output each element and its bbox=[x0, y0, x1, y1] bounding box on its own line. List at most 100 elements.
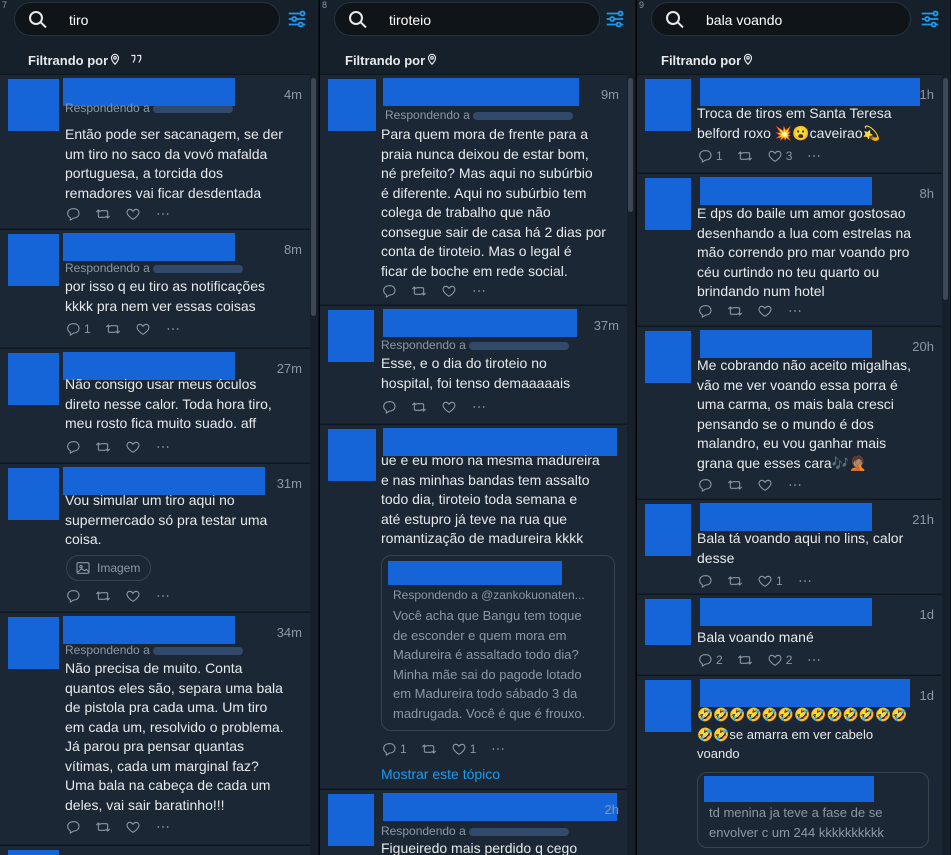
search-input[interactable]: tiroteio bbox=[334, 2, 600, 36]
avatar[interactable] bbox=[8, 617, 59, 669]
tweet[interactable]: 1d 🤣🤣🤣🤣🤣🤣🤣🤣🤣🤣🤣🤣🤣 🤣🤣se amarra em ver cabe… bbox=[637, 675, 942, 855]
redacted-username[interactable] bbox=[383, 309, 577, 337]
more-icon[interactable] bbox=[165, 321, 181, 337]
more-icon[interactable] bbox=[155, 819, 171, 835]
avatar[interactable] bbox=[8, 468, 59, 520]
avatar[interactable] bbox=[645, 680, 691, 732]
reply-icon[interactable]: 2 bbox=[697, 652, 723, 668]
tweet[interactable]: 4m Respondendo a Então pode ser sacanage… bbox=[0, 74, 310, 228]
redacted-username[interactable] bbox=[700, 330, 872, 358]
reply-icon[interactable] bbox=[697, 573, 713, 589]
retweet-icon[interactable] bbox=[737, 148, 753, 164]
tweet[interactable] bbox=[0, 845, 310, 855]
like-icon[interactable] bbox=[125, 588, 141, 604]
retweet-icon[interactable] bbox=[411, 283, 427, 299]
like-icon[interactable] bbox=[125, 819, 141, 835]
reply-icon[interactable] bbox=[381, 283, 397, 299]
redacted-username[interactable] bbox=[700, 598, 872, 626]
avatar[interactable] bbox=[645, 178, 691, 230]
retweet-icon[interactable] bbox=[95, 588, 111, 604]
more-icon[interactable] bbox=[471, 283, 487, 299]
more-icon[interactable] bbox=[806, 652, 822, 668]
like-icon[interactable] bbox=[135, 321, 151, 337]
like-icon[interactable] bbox=[441, 283, 457, 299]
like-icon[interactable] bbox=[125, 206, 141, 222]
retweet-icon[interactable] bbox=[95, 819, 111, 835]
filter-settings-icon[interactable] bbox=[919, 8, 943, 32]
tweet[interactable]: 20h Me cobrando não aceito migalhas, vão… bbox=[637, 326, 942, 498]
show-thread-link[interactable]: Mostrar este tópico bbox=[381, 766, 500, 782]
scrollbar[interactable] bbox=[943, 78, 948, 300]
redacted-username[interactable] bbox=[700, 503, 872, 531]
scrollbar[interactable] bbox=[311, 78, 316, 316]
retweet-icon[interactable] bbox=[105, 321, 121, 337]
tweet[interactable]: 27m Não consigo usar meus óculos direto … bbox=[0, 348, 310, 462]
tweet[interactable]: 9m Respondendo a Para quem mora de frent… bbox=[320, 74, 627, 304]
more-icon[interactable] bbox=[155, 206, 171, 222]
retweet-icon[interactable] bbox=[737, 652, 753, 668]
tweet[interactable]: 8m Respondendo a por isso q eu tiro as n… bbox=[0, 229, 310, 347]
like-icon[interactable] bbox=[125, 439, 141, 455]
avatar[interactable] bbox=[645, 504, 691, 556]
more-icon[interactable] bbox=[471, 399, 487, 415]
redacted-username[interactable] bbox=[700, 78, 920, 106]
more-icon[interactable] bbox=[787, 303, 803, 319]
more-icon[interactable] bbox=[806, 148, 822, 164]
reply-icon[interactable] bbox=[65, 206, 81, 222]
tweet[interactable]: ue e eu moro na mesma madureira e nas mi… bbox=[320, 424, 627, 788]
avatar[interactable] bbox=[8, 850, 59, 855]
tweet[interactable]: 31m Vou simular um tiro aqui no supermer… bbox=[0, 463, 310, 611]
retweet-icon[interactable] bbox=[727, 303, 743, 319]
more-icon[interactable] bbox=[797, 573, 813, 589]
retweet-icon[interactable] bbox=[727, 573, 743, 589]
avatar[interactable] bbox=[8, 353, 59, 405]
reply-icon[interactable]: 1 bbox=[65, 321, 91, 337]
reply-icon[interactable]: 1 bbox=[381, 741, 407, 757]
avatar[interactable] bbox=[328, 429, 376, 481]
retweet-icon[interactable] bbox=[411, 399, 427, 415]
reply-icon[interactable] bbox=[65, 588, 81, 604]
avatar[interactable] bbox=[645, 79, 691, 131]
tweet[interactable]: 21h Bala tá voando aqui no lins, calor d… bbox=[637, 499, 942, 593]
like-icon[interactable]: 2 bbox=[767, 652, 792, 668]
tweet[interactable]: 2h Respondendo a Figueiredo mais perdido… bbox=[320, 789, 627, 855]
avatar[interactable] bbox=[328, 310, 374, 362]
quoted-tweet[interactable]: Respondendo a @zankokuonaten... Você ach… bbox=[381, 555, 615, 731]
redacted-username[interactable] bbox=[700, 177, 872, 205]
filter-settings-icon[interactable] bbox=[286, 8, 310, 32]
redacted-username[interactable] bbox=[63, 233, 235, 261]
avatar[interactable] bbox=[8, 79, 59, 131]
retweet-icon[interactable] bbox=[421, 741, 437, 757]
reply-icon[interactable] bbox=[697, 303, 713, 319]
avatar[interactable] bbox=[645, 599, 691, 645]
quoted-tweet[interactable]: td menina ja teve a fase de se envolver … bbox=[697, 772, 929, 848]
reply-icon[interactable] bbox=[65, 439, 81, 455]
redacted-username[interactable] bbox=[388, 561, 562, 585]
tweet[interactable]: 37m Respondendo a Esse, e o dia do tirot… bbox=[320, 305, 627, 423]
redacted-username[interactable] bbox=[704, 776, 874, 802]
avatar[interactable] bbox=[328, 794, 374, 846]
redacted-username[interactable] bbox=[63, 616, 235, 644]
reply-icon[interactable] bbox=[697, 477, 713, 493]
search-input[interactable]: tiro bbox=[14, 2, 280, 36]
reply-icon[interactable]: 1 bbox=[697, 148, 723, 164]
more-icon[interactable] bbox=[155, 588, 171, 604]
avatar[interactable] bbox=[645, 331, 691, 383]
redacted-username[interactable] bbox=[700, 679, 910, 707]
retweet-icon[interactable] bbox=[95, 206, 111, 222]
reply-icon[interactable] bbox=[65, 819, 81, 835]
more-icon[interactable] bbox=[490, 741, 506, 757]
image-attachment[interactable]: Imagem bbox=[66, 555, 152, 581]
like-icon[interactable]: 1 bbox=[757, 573, 783, 589]
tweet[interactable]: 1d Bala voando mané 2 2 bbox=[637, 594, 942, 674]
filter-settings-icon[interactable] bbox=[604, 8, 628, 32]
retweet-icon[interactable] bbox=[95, 439, 111, 455]
like-icon[interactable]: 1 bbox=[451, 741, 476, 757]
tweet[interactable]: 8h E dps do baile um amor gostosao desen… bbox=[637, 173, 942, 325]
reply-icon[interactable] bbox=[381, 399, 397, 415]
like-icon[interactable] bbox=[757, 303, 773, 319]
redacted-username[interactable] bbox=[383, 78, 579, 106]
more-icon[interactable] bbox=[155, 439, 171, 455]
like-icon[interactable] bbox=[441, 399, 457, 415]
like-icon[interactable]: 3 bbox=[767, 148, 792, 164]
